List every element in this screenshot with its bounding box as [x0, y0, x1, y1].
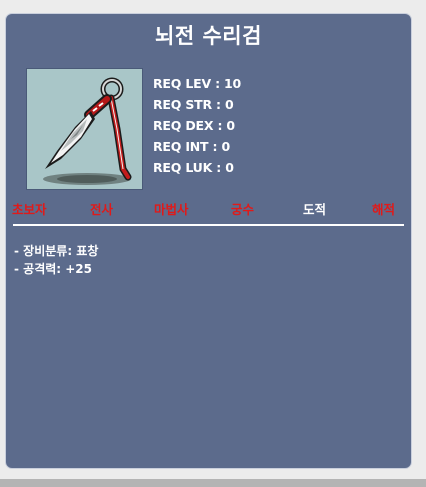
req-int: REQ INT : 0 — [153, 139, 230, 154]
job-thief: 도적 — [303, 202, 327, 217]
job-beginner: 초보자 — [12, 202, 47, 217]
page: 뇌전 수리검 REQ LEV: 10 REQ STR: 0 REQ DEX … — [0, 0, 426, 487]
stat-attack: - 공격력: +25 — [14, 262, 93, 276]
item-tooltip: 뇌전 수리검 REQ LEV: 10 REQ STR: 0 REQ DEX … — [5, 13, 412, 469]
requirements-list: REQ LEV : 10 REQ STR : 0 REQ DEX : 0 REQ… — [153, 73, 241, 178]
item-image — [26, 68, 143, 190]
item-name: 뇌전 수리검 — [155, 24, 262, 48]
req-level: REQ LEV : 10 — [153, 76, 242, 91]
bottom-scrollbar — [0, 479, 426, 487]
job-bowman: 궁수 — [231, 202, 255, 217]
job-list: 초보자 전사 마법사 궁수 도적 해적 — [6, 200, 413, 220]
req-luk: REQ LUK : 0 — [153, 160, 234, 175]
divider — [13, 224, 404, 226]
throwing-star-icon — [43, 77, 132, 185]
req-str: REQ STR : 0 — [153, 97, 234, 112]
req-dex: REQ DEX : 0 — [153, 118, 235, 133]
job-magician: 마법사 — [154, 202, 189, 217]
job-pirate: 해적 — [372, 202, 396, 217]
stat-category: - 장비분류: 표창 — [14, 244, 99, 258]
job-warrior: 전사 — [90, 202, 114, 217]
stats-list: - 장비분류: 표창 - 공격력: +25 — [14, 242, 98, 278]
